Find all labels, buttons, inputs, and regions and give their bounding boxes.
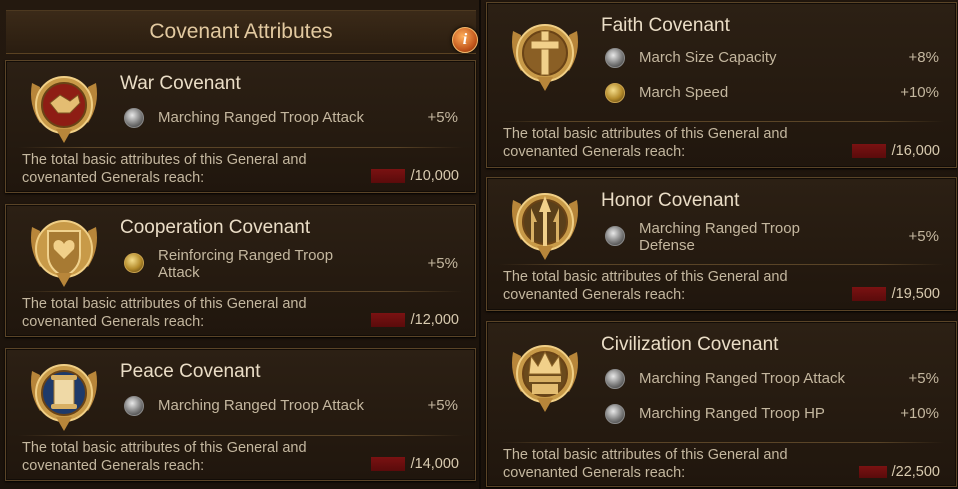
troop-helmet-icon bbox=[605, 48, 625, 68]
requirement-progress-bar bbox=[371, 457, 405, 471]
divider bbox=[18, 435, 463, 436]
attribute-name: Reinforcing Ranged Troop Attack bbox=[158, 247, 334, 281]
covenant-card-war: War Covenant Marching Ranged Troop Attac… bbox=[5, 60, 476, 193]
requirement-progress-bar bbox=[371, 313, 405, 327]
attribute-row: Marching Ranged Troop HP +10% bbox=[605, 403, 945, 425]
covenant-title: Civilization Covenant bbox=[601, 334, 779, 355]
attribute-name: Marching Ranged Troop Attack bbox=[158, 397, 364, 414]
attribute-name: March Speed bbox=[639, 84, 729, 101]
covenant-card-honor: Honor Covenant Marching Ranged Troop Def… bbox=[486, 177, 957, 311]
left-column: Covenant Attributes i War Covenant March… bbox=[0, 0, 479, 489]
requirement-progress-bar bbox=[852, 144, 886, 158]
covenant-card-faith: Faith Covenant March Size Capacity +8% M… bbox=[486, 2, 957, 168]
divider bbox=[18, 147, 463, 148]
requirement-progress-bar bbox=[852, 287, 886, 301]
cross-emblem-icon bbox=[507, 13, 583, 97]
attribute-name: Marching Ranged Troop Defense bbox=[639, 220, 800, 254]
header-bar: Covenant Attributes i bbox=[6, 10, 478, 54]
scroll-emblem-icon bbox=[26, 353, 102, 437]
covenant-title: War Covenant bbox=[120, 73, 241, 94]
requirement-text: The total basic attributes of this Gener… bbox=[22, 152, 307, 186]
attribute-value: +10% bbox=[900, 84, 939, 101]
attribute-value: +10% bbox=[900, 405, 939, 422]
attribute-row: Reinforcing Ranged Troop Attack +5% bbox=[124, 245, 464, 281]
troop-helmet-icon bbox=[124, 108, 144, 128]
covenant-title: Cooperation Covenant bbox=[120, 217, 311, 238]
troop-gold-icon bbox=[124, 253, 144, 273]
attribute-row: March Speed +10% bbox=[605, 82, 945, 104]
covenant-title: Faith Covenant bbox=[601, 15, 730, 36]
requirement-target: /12,000 bbox=[410, 312, 459, 328]
info-icon[interactable]: i bbox=[452, 27, 478, 53]
requirement-target: /14,000 bbox=[410, 456, 459, 472]
attribute-name: Marching Ranged Troop HP bbox=[639, 405, 825, 422]
requirement-text: The total basic attributes of this Gener… bbox=[503, 447, 788, 481]
requirement-text: The total basic attributes of this Gener… bbox=[503, 126, 788, 160]
troop-helmet-icon bbox=[605, 226, 625, 246]
attribute-row: Marching Ranged Troop Defense +5% bbox=[605, 218, 945, 254]
attribute-name: March Size Capacity bbox=[639, 49, 777, 66]
attribute-row: Marching Ranged Troop Attack +5% bbox=[605, 368, 945, 390]
attribute-row: Marching Ranged Troop Attack +5% bbox=[124, 395, 464, 417]
covenant-title: Honor Covenant bbox=[601, 190, 740, 211]
covenant-card-cooperation: Cooperation Covenant Reinforcing Ranged … bbox=[5, 204, 476, 337]
divider bbox=[499, 121, 944, 122]
requirement-target: /19,500 bbox=[891, 286, 940, 302]
right-column: Faith Covenant March Size Capacity +8% M… bbox=[479, 0, 958, 489]
divider bbox=[18, 291, 463, 292]
covenant-card-civilization: Civilization Covenant Marching Ranged Tr… bbox=[486, 321, 957, 487]
attribute-name: Marching Ranged Troop Attack bbox=[158, 109, 364, 126]
troop-helmet-icon bbox=[124, 396, 144, 416]
divider bbox=[499, 264, 944, 265]
attribute-value: +5% bbox=[427, 255, 458, 272]
handshake-emblem-icon bbox=[26, 65, 102, 149]
divider bbox=[499, 442, 944, 443]
attribute-value: +8% bbox=[908, 49, 939, 66]
attribute-value: +5% bbox=[908, 370, 939, 387]
requirement-target: /10,000 bbox=[410, 168, 459, 184]
page-title: Covenant Attributes bbox=[149, 20, 333, 43]
spear-emblem-icon bbox=[507, 182, 583, 266]
requirement-target: /16,000 bbox=[891, 143, 940, 159]
attribute-value: +5% bbox=[427, 109, 458, 126]
requirement-text: The total basic attributes of this Gener… bbox=[22, 296, 307, 330]
requirement-text: The total basic attributes of this Gener… bbox=[503, 269, 788, 303]
requirement-text: The total basic attributes of this Gener… bbox=[22, 440, 307, 474]
attribute-value: +5% bbox=[908, 228, 939, 245]
covenant-card-peace: Peace Covenant Marching Ranged Troop Att… bbox=[5, 348, 476, 481]
troop-gold-icon bbox=[605, 83, 625, 103]
covenant-title: Peace Covenant bbox=[120, 361, 261, 382]
troop-helmet-icon bbox=[605, 369, 625, 389]
attribute-name: Marching Ranged Troop Attack bbox=[639, 370, 845, 387]
requirement-target: /22,500 bbox=[891, 464, 940, 480]
attribute-row: March Size Capacity +8% bbox=[605, 47, 945, 69]
requirement-progress-bar bbox=[859, 466, 887, 478]
attribute-row: Marching Ranged Troop Attack +5% bbox=[124, 107, 464, 129]
heart-shield-emblem-icon bbox=[26, 209, 102, 293]
troop-helmet-icon bbox=[605, 404, 625, 424]
requirement-progress-bar bbox=[371, 169, 405, 183]
attribute-value: +5% bbox=[427, 397, 458, 414]
crown-emblem-icon bbox=[507, 334, 583, 418]
